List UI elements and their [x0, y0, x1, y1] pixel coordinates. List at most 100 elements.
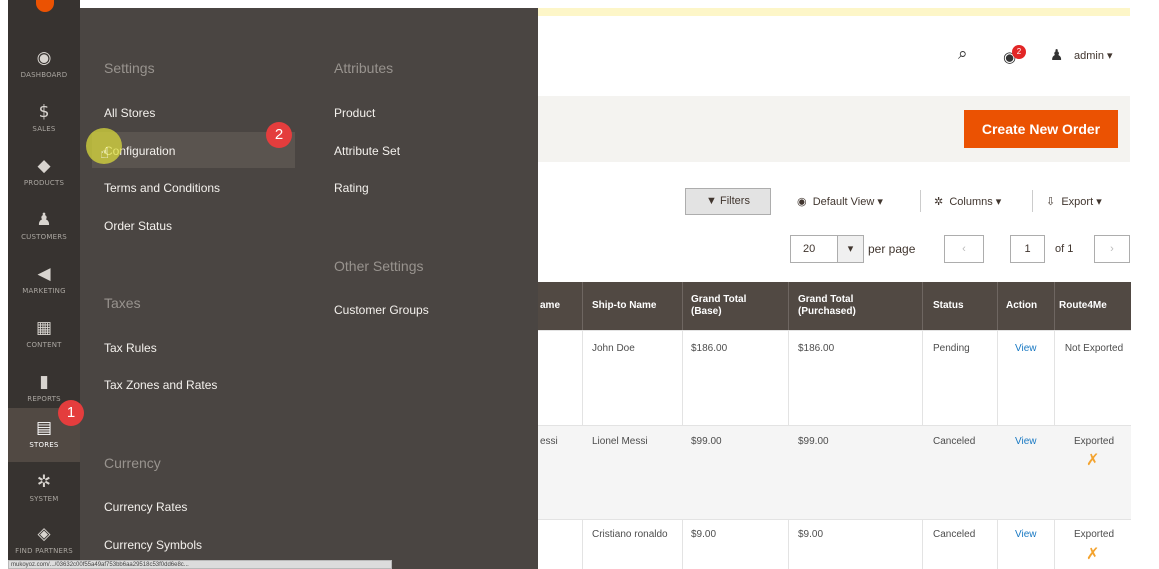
chevron-down-icon[interactable]: ▾: [837, 236, 863, 262]
default-view-dropdown[interactable]: ◉ Default View ▾: [797, 195, 883, 208]
order-status: Pending: [933, 343, 970, 354]
download-icon: ⇩: [1046, 196, 1056, 208]
nav-customers[interactable]: ♟ CUSTOMERS: [8, 200, 80, 254]
nav-label: DASHBOARD: [20, 71, 68, 79]
ship-to-name: Cristiano ronaldo: [592, 529, 668, 540]
columns-dropdown[interactable]: ✲ Columns ▾: [934, 195, 1001, 208]
megaphone-icon: ◀: [37, 264, 51, 284]
menu-tax-rules[interactable]: Tax Rules: [104, 341, 157, 355]
admin-account-menu[interactable]: admin ▾: [1074, 49, 1113, 62]
route4me-status: Exported: [1073, 436, 1115, 447]
column-divider: [1054, 282, 1055, 330]
system-message-strip: [538, 8, 1130, 16]
menu-product[interactable]: Product: [334, 106, 375, 120]
column-header-route4me[interactable]: Route4Me: [1059, 282, 1129, 330]
route4me-logo-icon: ✗: [1086, 450, 1100, 469]
menu-currency-symbols[interactable]: Currency Symbols: [104, 538, 202, 552]
nav-label: SYSTEM: [29, 495, 59, 503]
nav-marketing[interactable]: ◀ MARKETING: [8, 254, 80, 308]
nav-products[interactable]: ◆ PRODUCTS: [8, 146, 80, 200]
column-divider: [682, 282, 683, 330]
ship-to-name: Lionel Messi: [592, 436, 648, 447]
ship-to-name: John Doe: [592, 343, 635, 354]
view-link[interactable]: View: [1015, 528, 1037, 542]
dollar-icon: $: [38, 102, 50, 122]
magento-logo[interactable]: [36, 0, 54, 12]
current-page-input[interactable]: 1: [1010, 235, 1045, 263]
gear-icon: ✲: [934, 196, 944, 208]
menu-terms-and-conditions[interactable]: Terms and Conditions: [104, 181, 220, 195]
menu-tax-zones-and-rates[interactable]: Tax Zones and Rates: [104, 378, 217, 392]
nav-sales[interactable]: $ SALES: [8, 92, 80, 146]
dashboard-icon: ◉: [36, 48, 52, 68]
create-new-order-button[interactable]: Create New Order: [964, 110, 1118, 148]
column-header-grand-total-base[interactable]: Grand Total (Base): [691, 282, 771, 330]
nav-label: STORES: [29, 441, 59, 449]
box-icon: ◈: [37, 524, 51, 544]
person-icon: ♟: [36, 210, 52, 230]
taxes-heading: Taxes: [104, 295, 141, 311]
view-link[interactable]: View: [1015, 342, 1037, 356]
export-label: Export: [1061, 196, 1094, 208]
step-2-badge: 2: [266, 122, 292, 148]
nav-label: FIND PARTNERS: [15, 547, 73, 555]
menu-rating[interactable]: Rating: [334, 181, 369, 195]
nav-system[interactable]: ✲ SYSTEM: [8, 462, 80, 516]
table-row[interactable]: [538, 519, 1131, 569]
grand-total-base: $186.00: [691, 343, 728, 354]
grand-total-purchased: $186.00: [798, 343, 835, 354]
menu-all-stores[interactable]: All Stores: [104, 106, 155, 120]
hand-cursor-icon: ☝: [100, 144, 110, 162]
view-link[interactable]: View: [1015, 435, 1037, 449]
previous-page-button[interactable]: ‹: [944, 235, 984, 263]
grand-total-base: $9.00: [691, 529, 717, 540]
page-size-select[interactable]: 20 ▾: [790, 235, 864, 263]
toolbar-divider: [920, 190, 921, 212]
nav-label: CONTENT: [26, 341, 62, 349]
menu-customer-groups[interactable]: Customer Groups: [334, 303, 429, 317]
search-icon[interactable]: ⌕: [958, 44, 968, 64]
filters-button[interactable]: ▼ Filters: [685, 188, 771, 215]
currency-heading: Currency: [104, 455, 161, 471]
menu-order-status[interactable]: Order Status: [104, 219, 172, 233]
column-divider: [922, 282, 923, 330]
filters-label: Filters: [720, 195, 750, 207]
menu-currency-rates[interactable]: Currency Rates: [104, 500, 187, 514]
admin-sidebar: ◉ DASHBOARD $ SALES ◆ PRODUCTS ♟ CUSTOME…: [8, 0, 80, 569]
nav-label: MARKETING: [22, 287, 66, 295]
route4me-status: Exported: [1073, 529, 1115, 540]
per-page-label: per page: [868, 242, 916, 256]
browser-status-url: mukoyoz.com/.../03632c00f55a49af753bb6aa…: [8, 560, 392, 569]
bar-chart-icon: ▮: [39, 372, 49, 392]
column-header-grand-total-purchased[interactable]: Grand Total (Purchased): [798, 282, 888, 330]
column-header-name[interactable]: ame: [540, 282, 580, 330]
grand-total-base: $99.00: [691, 436, 722, 447]
nav-content[interactable]: ▦ CONTENT: [8, 308, 80, 362]
column-header-ship-to[interactable]: Ship-to Name: [592, 282, 682, 330]
nav-label: CUSTOMERS: [21, 233, 67, 241]
total-pages-label: of 1: [1055, 243, 1074, 255]
filter-icon: ▼: [706, 195, 717, 207]
cube-icon: ◆: [37, 156, 51, 176]
admin-label: admin: [1074, 50, 1104, 62]
page-size-value: 20: [803, 243, 816, 255]
toolbar-divider: [1032, 190, 1033, 212]
route4me-logo-icon: ✗: [1086, 544, 1100, 563]
grand-total-purchased: $99.00: [798, 436, 829, 447]
attributes-heading: Attributes: [334, 60, 394, 76]
column-divider: [997, 282, 998, 330]
step-1-badge: 1: [58, 400, 84, 426]
default-view-label: Default View: [812, 196, 875, 208]
column-header-status[interactable]: Status: [933, 282, 993, 330]
column-header-action[interactable]: Action: [1006, 282, 1051, 330]
layout-icon: ▦: [35, 318, 53, 338]
export-dropdown[interactable]: ⇩ Export ▾: [1046, 195, 1102, 208]
name-partial: essi: [540, 436, 558, 447]
gear-icon: ✲: [36, 472, 52, 492]
eye-icon: ◉: [797, 196, 807, 208]
nav-dashboard[interactable]: ◉ DASHBOARD: [8, 38, 80, 92]
next-page-button[interactable]: ›: [1094, 235, 1130, 263]
user-icon: ♟: [1050, 46, 1064, 64]
columns-label: Columns: [949, 196, 993, 208]
menu-attribute-set[interactable]: Attribute Set: [334, 144, 400, 158]
